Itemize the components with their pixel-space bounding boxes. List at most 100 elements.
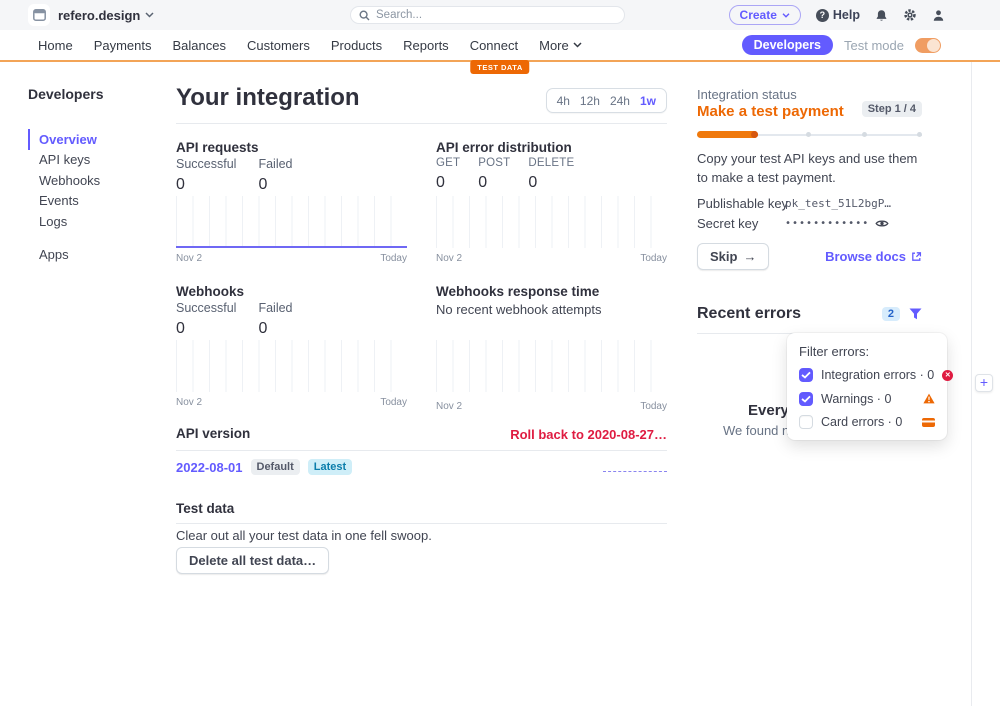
chart-title: Webhooks xyxy=(176,284,407,299)
chart-empty-state: No recent webhook attempts xyxy=(436,302,601,317)
metric-failed: Failed 0 xyxy=(258,157,292,194)
rollback-link[interactable]: Roll back to 2020-08-27… xyxy=(510,427,667,442)
section-divider xyxy=(176,523,667,524)
filter-row-warnings[interactable]: Warnings · 0 xyxy=(799,391,935,406)
metric-post: POST 0 xyxy=(478,157,510,192)
panel-title: Make a test payment xyxy=(697,103,844,120)
skip-button[interactable]: Skip → xyxy=(697,243,769,270)
secret-key-row: Secret key •••••••••••• xyxy=(697,216,930,231)
chart-x-axis: Nov 2Today xyxy=(176,397,407,408)
check-icon xyxy=(801,371,811,379)
api-requests-chart: API requests Successful 0 Failed 0 Nov 2… xyxy=(176,140,407,155)
panel-description: Copy your test API keys and use them to … xyxy=(697,150,930,188)
reveal-eye-icon[interactable] xyxy=(875,217,889,230)
external-link-icon xyxy=(911,251,922,262)
section-title: Test data xyxy=(176,501,667,516)
chart-title: API error distribution xyxy=(436,140,667,155)
developers-sidebar: Developers Overview API keys Webhooks Ev… xyxy=(28,86,158,265)
publishable-key-row: Publishable key pk_test_51L2bgP… xyxy=(697,196,930,211)
range-option-24h[interactable]: 24h xyxy=(610,94,630,108)
metric-failed: Failed 0 xyxy=(258,301,292,338)
default-badge: Default xyxy=(251,459,300,475)
time-range-selector: 4h 12h 24h 1w xyxy=(546,88,667,113)
metric-delete: DELETE 0 xyxy=(528,157,574,192)
main-content: Your integration 4h 12h 24h 1w API reque… xyxy=(176,0,667,706)
page-title: Your integration xyxy=(176,84,360,112)
secret-key-value: •••••••••••• xyxy=(785,218,869,229)
workspace-switcher[interactable]: refero.design xyxy=(58,0,154,30)
webhooks-response-time-chart: Webhooks response time No recent webhook… xyxy=(436,284,667,299)
credit-card-icon xyxy=(922,418,935,427)
sidebar-item-apps[interactable]: Apps xyxy=(28,245,158,266)
chart-plot-area xyxy=(176,196,407,248)
dashed-placeholder-line xyxy=(603,471,667,472)
range-option-1w[interactable]: 1w xyxy=(640,94,656,108)
sidebar-item-webhooks[interactable]: Webhooks xyxy=(28,170,158,191)
browse-docs-link[interactable]: Browse docs xyxy=(825,249,922,264)
chevron-down-icon xyxy=(145,12,154,18)
metric-successful: Successful 0 xyxy=(176,301,236,338)
step-badge: Step 1 / 4 xyxy=(862,101,922,117)
nav-item-home[interactable]: Home xyxy=(38,38,73,53)
chart-title: Webhooks response time xyxy=(436,284,667,299)
zoom-plus-button[interactable]: + xyxy=(975,374,993,392)
filter-funnel-icon[interactable] xyxy=(909,308,922,320)
nav-item-payments[interactable]: Payments xyxy=(94,38,152,53)
webhooks-chart: Webhooks Successful 0 Failed 0 Nov 2Toda… xyxy=(176,284,407,299)
sidebar-item-api-keys[interactable]: API keys xyxy=(28,150,158,171)
test-data-description: Clear out all your test data in one fell… xyxy=(176,528,432,543)
api-version-section: API version Roll back to 2020-08-27… 202… xyxy=(176,426,667,441)
chart-x-axis: Nov 2Today xyxy=(436,253,667,264)
delete-test-data-button[interactable]: Delete all test data… xyxy=(176,547,329,574)
occluded-empty-state-body: We found no xyxy=(723,423,796,438)
sidebar-item-events[interactable]: Events xyxy=(28,191,158,212)
onboarding-progress-bar xyxy=(697,131,922,138)
latest-badge: Latest xyxy=(308,459,352,475)
check-icon xyxy=(801,395,811,403)
sidebar-item-logs[interactable]: Logs xyxy=(28,211,158,232)
metric-successful: Successful 0 xyxy=(176,157,236,194)
filter-errors-dropdown: Filter errors: Integration errors · 0 ✕ … xyxy=(787,333,947,440)
chart-title: API requests xyxy=(176,140,407,155)
warnings-checkbox[interactable] xyxy=(799,392,813,406)
sidebar-item-overview[interactable]: Overview xyxy=(28,129,158,150)
progress-milestone-dot xyxy=(917,132,922,137)
test-data-section: Test data Clear out all your test data i… xyxy=(176,501,667,516)
app-logo[interactable] xyxy=(28,4,50,26)
arrow-right-icon: → xyxy=(743,249,756,264)
progress-milestone-dot xyxy=(862,132,867,137)
progress-milestone-dot xyxy=(806,132,811,137)
api-error-distribution-chart: API error distribution GET 0 POST 0 DELE… xyxy=(436,140,667,155)
publishable-key-value[interactable]: pk_test_51L2bgP… xyxy=(785,197,891,210)
recent-errors-title: Recent errors xyxy=(697,305,801,323)
chart-plot-area xyxy=(436,196,667,248)
integration-status-panel: Integration status Make a test payment S… xyxy=(697,0,930,706)
card-errors-checkbox[interactable] xyxy=(799,415,813,429)
user-profile-icon[interactable] xyxy=(932,9,945,22)
x-circle-icon: ✕ xyxy=(942,370,953,381)
sidebar-title: Developers xyxy=(28,86,158,102)
section-divider xyxy=(176,450,667,451)
metric-get: GET 0 xyxy=(436,157,460,192)
filter-row-card-errors[interactable]: Card errors · 0 xyxy=(799,415,935,430)
range-option-12h[interactable]: 12h xyxy=(580,94,600,108)
range-option-4h[interactable]: 4h xyxy=(557,94,570,108)
chart-plot-area xyxy=(436,340,667,392)
chart-plot-area xyxy=(176,340,407,392)
panel-eyebrow: Integration status xyxy=(697,87,797,102)
secret-key-label: Secret key xyxy=(697,216,758,231)
panel-divider xyxy=(971,62,972,706)
chart-x-axis: Nov 2Today xyxy=(436,401,667,412)
dropdown-title: Filter errors: xyxy=(799,344,935,359)
workspace-name: refero.design xyxy=(58,8,140,23)
integration-errors-checkbox[interactable] xyxy=(799,368,813,382)
warning-triangle-icon xyxy=(923,393,935,404)
browser-window-icon xyxy=(33,9,46,21)
filter-row-integration-errors[interactable]: Integration errors · 0 ✕ xyxy=(799,368,935,383)
chart-x-axis: Nov 2Today xyxy=(176,253,407,264)
progress-fill xyxy=(697,131,758,138)
error-count-badge: 2 xyxy=(882,307,900,321)
api-version-link[interactable]: 2022-08-01 xyxy=(176,460,243,475)
recent-errors-header: Recent errors 2 xyxy=(697,305,922,323)
section-divider xyxy=(176,123,667,124)
